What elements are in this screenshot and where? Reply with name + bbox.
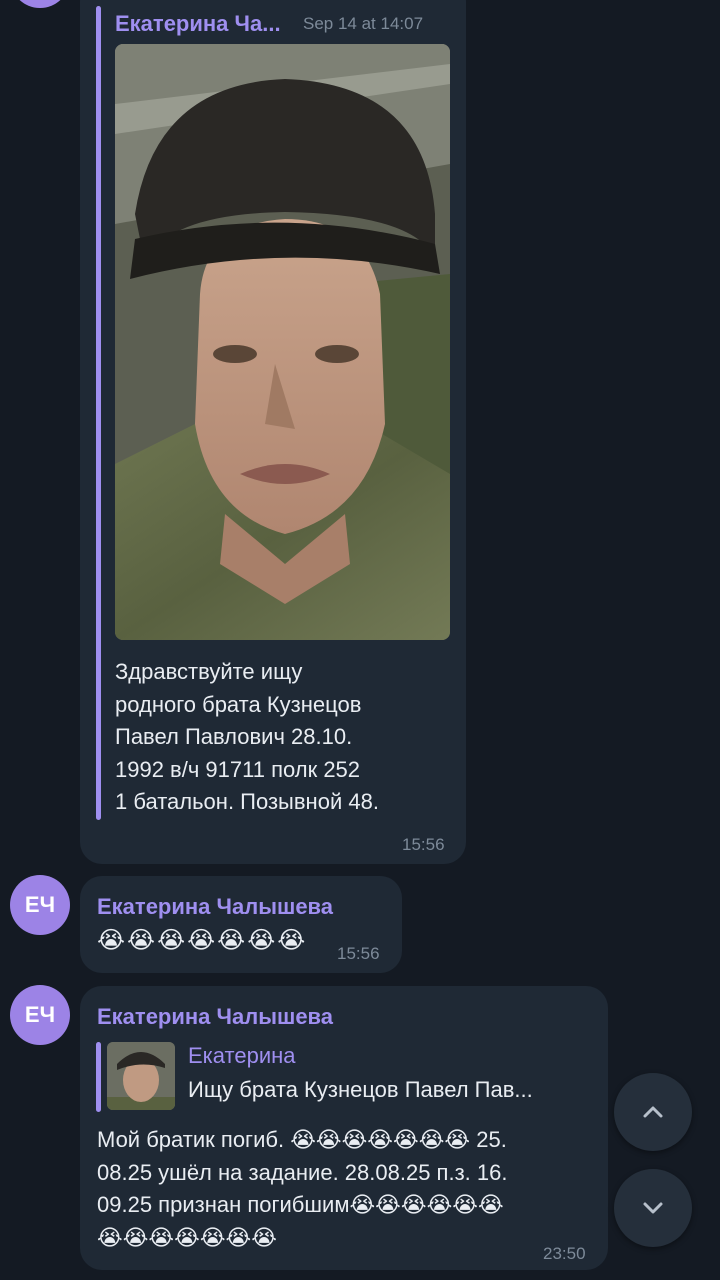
reply-name: Екатерина <box>188 1043 296 1068</box>
message-text-line: 😭😭😭😭😭😭😭 <box>97 1224 277 1250</box>
forward-sender-name[interactable]: Екатерина Ча... <box>115 11 281 37</box>
reply-text: Ищу брата Кузнецов Павел Пав... <box>188 1077 533 1102</box>
reply-bar <box>96 1042 101 1112</box>
forward-date: Sep 14 at 14:07 <box>303 14 424 33</box>
message-text-line: Мой братик погиб. 😭😭😭😭😭😭😭 25. <box>97 1127 507 1152</box>
message-time: 23:50 <box>543 1244 586 1263</box>
message-text-line: 09.25 признан погибшим😭😭😭😭😭😭 <box>97 1192 504 1217</box>
message-text: Здравствуйте ищу родного брата Кузнецов … <box>115 656 379 819</box>
message-text-line: родного брата Кузнецов <box>115 691 362 717</box>
sender-name[interactable]: Екатерина Чалышева <box>97 1004 333 1030</box>
message-bubble-forwarded[interactable]: Екатерина Ча... Sep 14 at 14:07 Здравств… <box>80 0 466 864</box>
reply-thumbnail <box>107 1042 175 1110</box>
scroll-up-button[interactable] <box>614 1073 692 1151</box>
message-text: Мой братик погиб. 😭😭😭😭😭😭😭 25. 08.25 ушёл… <box>97 1124 507 1254</box>
photo-portrait-image <box>115 44 450 640</box>
message-time: 15:56 <box>337 944 380 963</box>
message-text-line: 08.25 ушёл на задание. 28.08.25 п.з. 16. <box>97 1159 508 1185</box>
message-text-line: 1992 в/ч 91711 полк 252 <box>115 756 361 782</box>
avatar-partial[interactable] <box>10 0 70 8</box>
message-photo[interactable] <box>115 44 450 640</box>
message-bubble[interactable]: Екатерина Чалышева Екатерина Ищу брата К… <box>80 986 608 1270</box>
message-text-line: Здравствуйте ищу <box>115 659 303 684</box>
reply-preview[interactable]: Екатерина Ищу брата Кузнецов Павел Пав..… <box>96 1042 591 1112</box>
avatar[interactable]: ЕЧ <box>10 875 70 935</box>
chevron-down-icon <box>643 1202 663 1214</box>
avatar[interactable]: ЕЧ <box>10 985 70 1045</box>
scroll-down-button[interactable] <box>614 1169 692 1247</box>
chevron-up-icon <box>643 1106 663 1118</box>
message-text-line: Павел Павлович 28.10. <box>115 724 353 749</box>
message-time: 15:56 <box>402 835 445 854</box>
message-text-line: 1 батальон. Позывной 48. <box>115 789 379 814</box>
message-bubble[interactable]: Екатерина Чалышева 😭😭😭😭😭😭😭 15:56 <box>80 876 402 973</box>
sender-name[interactable]: Екатерина Чалышева <box>97 894 333 920</box>
message-emojis: 😭😭😭😭😭😭😭 <box>97 926 308 954</box>
forward-bar <box>96 6 101 820</box>
